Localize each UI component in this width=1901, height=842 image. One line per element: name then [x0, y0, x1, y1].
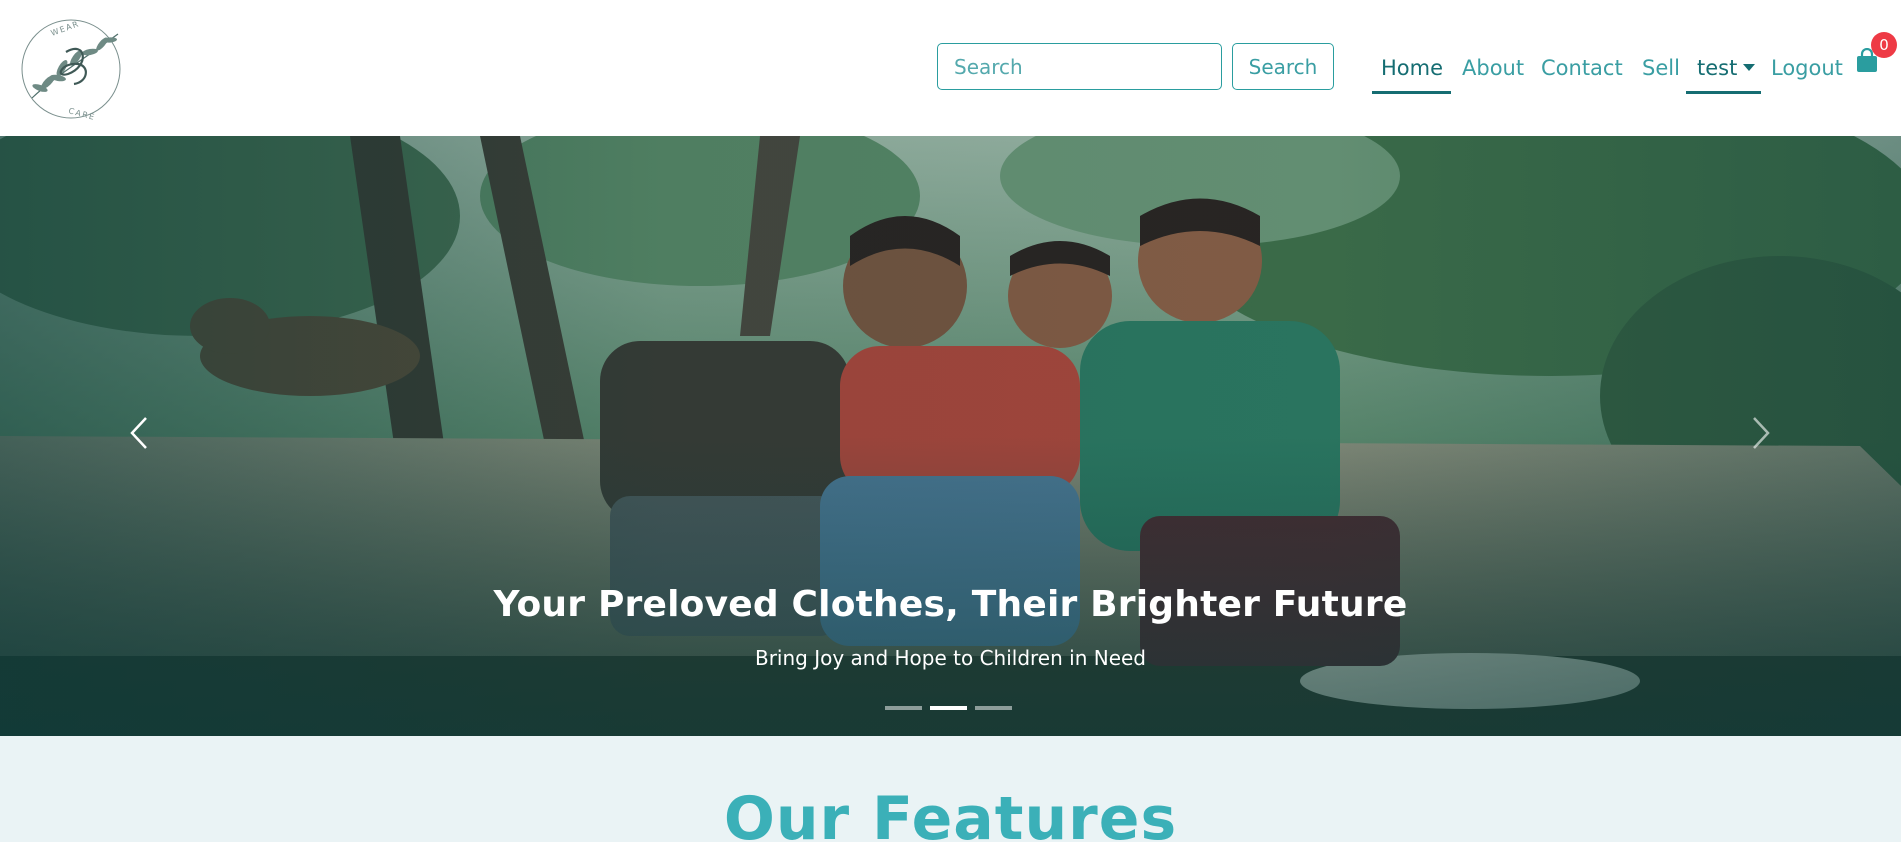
- nav-sell-link[interactable]: Sell: [1642, 54, 1680, 82]
- nav-user-label: test: [1697, 56, 1738, 80]
- carousel-prev-button[interactable]: [122, 408, 162, 458]
- svg-text:WEAR: WEAR: [50, 19, 81, 38]
- hero-carousel: Your Preloved Clothes, Their Brighter Fu…: [0, 136, 1901, 736]
- wear-care-logo[interactable]: WEAR CARE: [18, 18, 124, 120]
- nav-home-link[interactable]: Home: [1381, 54, 1443, 82]
- carousel-next-button[interactable]: [1740, 408, 1780, 458]
- cart-count-badge: 0: [1871, 32, 1897, 58]
- nav-user-dropdown[interactable]: test: [1697, 54, 1756, 82]
- features-title: Our Features: [723, 784, 1178, 842]
- chevron-down-icon: [1743, 63, 1756, 71]
- carousel-indicator-2[interactable]: [930, 706, 967, 710]
- search-input[interactable]: [937, 43, 1222, 90]
- nav-home-active-underline: [1372, 91, 1451, 94]
- nav-logout-link[interactable]: Logout: [1771, 54, 1843, 82]
- navbar: WEAR CARE Search Home About Contact Sell…: [0, 0, 1901, 136]
- carousel-indicators: [885, 706, 1015, 712]
- features-section: Our Features: [0, 736, 1901, 842]
- nav-contact-link[interactable]: Contact: [1541, 54, 1623, 82]
- nav-user-underline: [1686, 91, 1761, 94]
- carousel-indicator-3[interactable]: [975, 706, 1012, 710]
- hero-subtitle: Bring Joy and Hope to Children in Need: [754, 646, 1147, 670]
- carousel-indicator-1[interactable]: [885, 706, 922, 710]
- search-button[interactable]: Search: [1232, 43, 1334, 90]
- nav-about-link[interactable]: About: [1462, 54, 1524, 82]
- hero-title: Your Preloved Clothes, Their Brighter Fu…: [493, 584, 1408, 625]
